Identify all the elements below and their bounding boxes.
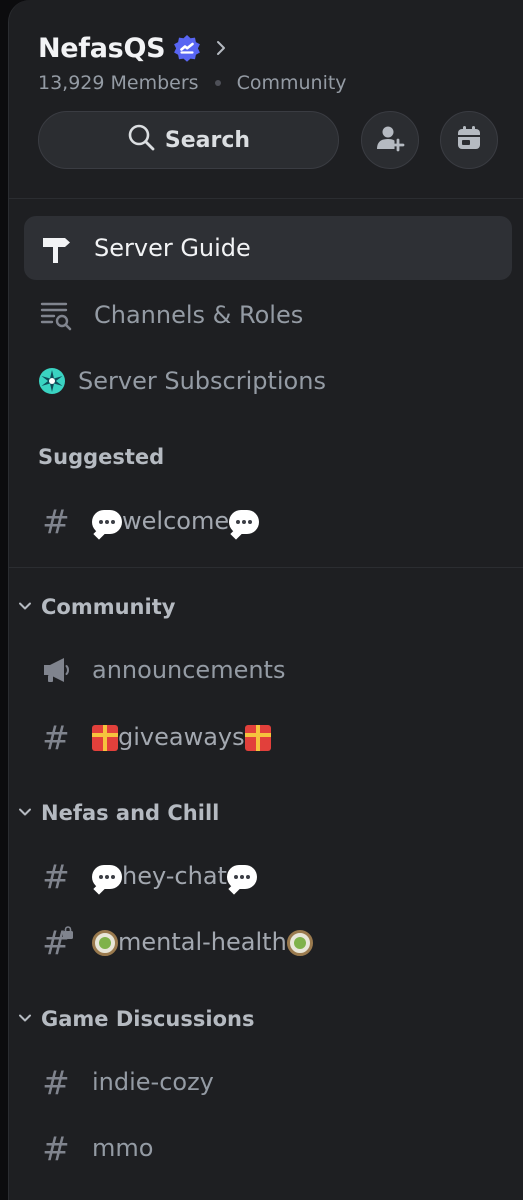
- channel-announcements[interactable]: announcements: [24, 638, 512, 702]
- tea-emoji: [92, 930, 118, 956]
- calendar-icon: [455, 124, 483, 156]
- text-channel-icon: #: [42, 717, 70, 757]
- channel-browse-icon: [36, 295, 76, 335]
- megaphone-icon: [36, 650, 76, 690]
- channel-welcome[interactable]: # welcome: [24, 489, 512, 553]
- server-name-button[interactable]: NefasQS: [38, 30, 229, 66]
- member-count: 13,929 Members: [38, 72, 199, 94]
- chevron-right-icon: [213, 40, 229, 56]
- server-meta: 13,929 Members Community: [38, 72, 347, 94]
- category-game-discussions[interactable]: Game Discussions: [17, 1004, 254, 1034]
- suggested-heading: Suggested: [38, 445, 165, 469]
- search-label: Search: [164, 127, 251, 153]
- category-nefas-and-chill-label: Nefas and Chill: [41, 801, 220, 825]
- channel-indie-cozy[interactable]: # indie-cozy: [24, 1050, 512, 1114]
- events-button[interactable]: [440, 111, 498, 169]
- nav-server-guide-label: Server Guide: [94, 234, 251, 262]
- channel-indie-cozy-label: indie-cozy: [92, 1068, 214, 1096]
- speech-bubble-emoji: [92, 865, 122, 889]
- verified-badge-icon: [173, 34, 201, 62]
- nav-channels-roles-label: Channels & Roles: [94, 301, 304, 329]
- nav-server-subscriptions-label: Server Subscriptions: [78, 367, 326, 395]
- header-divider: [9, 198, 523, 199]
- category-game-discussions-label: Game Discussions: [41, 1007, 255, 1031]
- chevron-down-icon: [17, 801, 33, 825]
- speech-bubble-emoji: [92, 510, 122, 534]
- text-channel-icon: #: [42, 1128, 70, 1168]
- invite-button[interactable]: [361, 111, 419, 169]
- nav-channels-roles[interactable]: Channels & Roles: [24, 283, 512, 347]
- speech-bubble-emoji: [229, 510, 260, 534]
- channel-welcome-label: welcome: [92, 507, 260, 535]
- add-member-icon: [375, 123, 405, 157]
- channel-partial[interactable]: #: [24, 1182, 512, 1200]
- text-channel-icon: #: [36, 1194, 76, 1200]
- subscription-star-icon: [36, 361, 68, 401]
- channel-giveaways-label: giveaways: [92, 723, 271, 751]
- channel-hey-chat[interactable]: # hey-chat: [24, 844, 512, 908]
- channel-mental-health-label: mental-health: [92, 928, 313, 956]
- gift-emoji: [92, 725, 118, 751]
- category-community-label: Community: [41, 595, 176, 619]
- category-nefas-and-chill[interactable]: Nefas and Chill: [17, 798, 219, 828]
- chevron-down-icon: [17, 1007, 33, 1031]
- category-community[interactable]: Community: [17, 592, 175, 622]
- chevron-down-icon: [17, 595, 33, 619]
- meta-separator-dot: [214, 80, 221, 86]
- signpost-icon: [36, 228, 76, 268]
- nav-server-subscriptions[interactable]: Server Subscriptions: [24, 349, 512, 413]
- tea-emoji: [286, 930, 313, 956]
- locked-text-channel-icon: #: [36, 922, 76, 962]
- search-icon: [127, 123, 155, 157]
- server-sidebar: NefasQS 13,929 Members Community Search: [8, 0, 523, 1200]
- channel-announcements-label: announcements: [92, 656, 286, 684]
- speech-bubble-emoji: [226, 865, 257, 889]
- search-button[interactable]: Search: [38, 111, 339, 169]
- text-channel-icon: #: [42, 501, 70, 541]
- text-channel-icon: #: [42, 1062, 70, 1102]
- channel-mental-health[interactable]: # mental-health: [24, 910, 512, 974]
- gift-emoji: [244, 725, 271, 751]
- channel-mmo[interactable]: # mmo: [24, 1116, 512, 1180]
- channel-hey-chat-label: hey-chat: [92, 862, 257, 890]
- channel-giveaways[interactable]: # giveaways: [24, 705, 512, 769]
- text-channel-icon: #: [42, 856, 70, 896]
- channel-mmo-label: mmo: [92, 1134, 154, 1162]
- server-header: NefasQS 13,929 Members Community Search: [9, 0, 523, 198]
- nav-server-guide[interactable]: Server Guide: [24, 216, 512, 280]
- suggested-divider: [9, 567, 523, 568]
- server-type: Community: [236, 72, 347, 94]
- server-name: NefasQS: [38, 32, 166, 64]
